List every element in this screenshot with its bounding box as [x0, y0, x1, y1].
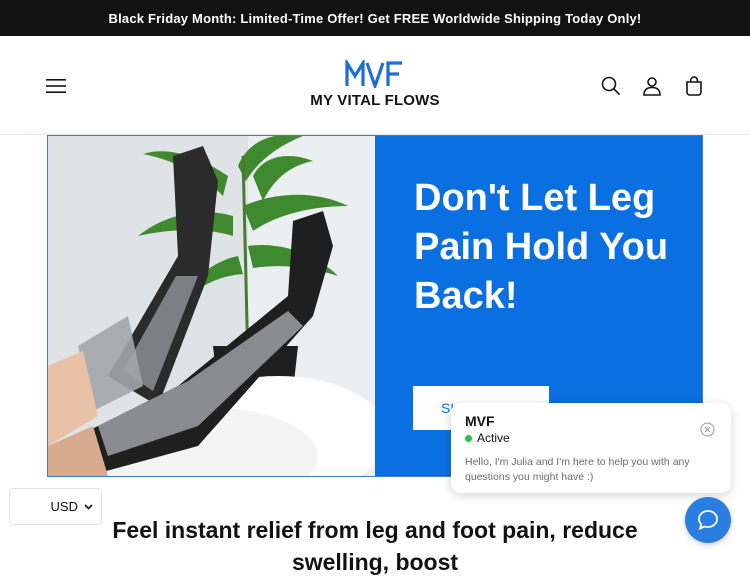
chat-popup[interactable]: MVF Active Hello, I'm Julia and I'm here… — [451, 403, 731, 493]
tagline: Feel instant relief from leg and foot pa… — [112, 517, 638, 575]
cart-icon — [686, 76, 702, 96]
announcement-bar: Black Friday Month: Limited-Time Offer! … — [0, 0, 750, 36]
chat-close-button[interactable] — [700, 422, 715, 437]
cart-button[interactable] — [682, 74, 706, 98]
status-dot-icon — [465, 434, 472, 442]
search-button[interactable] — [599, 74, 623, 98]
account-button[interactable] — [640, 74, 664, 98]
chat-agent-name: MVF — [465, 413, 495, 429]
announcement-text: Black Friday Month: Limited-Time Offer! … — [108, 10, 642, 26]
account-icon — [643, 77, 661, 96]
brand-name: MY VITAL FLOWS — [310, 92, 440, 109]
menu-button[interactable] — [44, 74, 68, 98]
logo-mark-icon — [345, 60, 402, 88]
menu-icon — [46, 79, 66, 93]
chat-message: Hello, I'm Julia and I'm here to help yo… — [465, 456, 690, 483]
chat-status-text: Active — [477, 431, 510, 445]
search-icon — [601, 76, 621, 96]
site-header: MY VITAL FLOWS — [0, 36, 750, 135]
currency-value: USD — [50, 499, 78, 514]
chevron-down-icon — [84, 503, 93, 510]
chat-bubble-icon — [698, 510, 718, 531]
close-icon — [700, 422, 715, 437]
chat-launcher-button[interactable] — [685, 497, 731, 543]
chat-status: Active — [465, 431, 717, 445]
hero-title: Don't Let Leg Pain Hold You Back! — [414, 177, 669, 317]
brand-logo[interactable]: MY VITAL FLOWS — [300, 60, 450, 118]
currency-selector[interactable]: USD — [9, 488, 102, 525]
hero-image — [48, 136, 375, 476]
compression-socks-image — [48, 136, 375, 476]
